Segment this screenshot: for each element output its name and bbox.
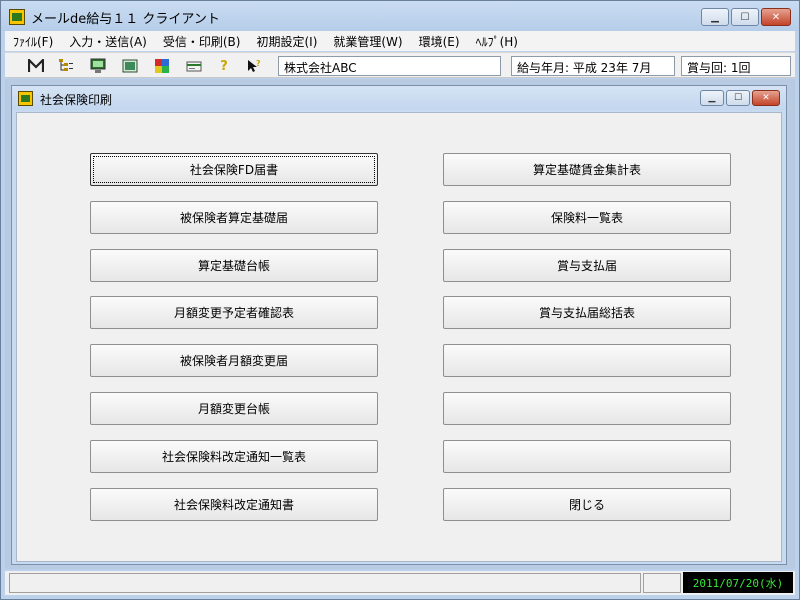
bonus-count-field: 賞与回: 1回: [681, 56, 791, 76]
window-controls: ▁ ☐ ✕: [701, 8, 791, 26]
status-bar: 2011/07/20(水): [5, 571, 795, 595]
santei-chingin-shukei-button[interactable]: 算定基礎賃金集計表: [443, 153, 731, 186]
close-button[interactable]: ✕: [761, 8, 791, 26]
blank-button-1[interactable]: [443, 344, 731, 377]
menu-work-management[interactable]: 就業管理(W): [325, 33, 410, 50]
close-icon: ✕: [771, 11, 781, 23]
tree-icon[interactable]: [57, 57, 75, 75]
blank-button-3[interactable]: [443, 440, 731, 473]
menu-help[interactable]: ﾍﾙﾌﾟ(H): [468, 33, 526, 50]
window-title: メールde給与１１ クライアント: [31, 12, 220, 27]
status-panel-aux: [643, 573, 681, 593]
report-button-panel: 社会保険FD届書 被保険者算定基礎届 算定基礎台帳 月額変更予定者確認表 被保険…: [16, 112, 782, 562]
kaitei-tsuchisho-button[interactable]: 社会保険料改定通知書: [90, 488, 378, 521]
menu-initial-settings[interactable]: 初期設定(I): [248, 33, 325, 50]
blank-button-2[interactable]: [443, 392, 731, 425]
toolbar: ? ? 株式会社ABC 給与年月: 平成 23年 7月 賞与回: 1回: [5, 52, 795, 78]
child-window-title: 社会保険印刷: [40, 93, 113, 107]
help-icon[interactable]: ?: [215, 57, 233, 75]
close-icon: ✕: [762, 93, 770, 103]
getsugaku-henko-todoke-button[interactable]: 被保険者月額変更届: [90, 344, 378, 377]
pay-period-field: 給与年月: 平成 23年 7月: [511, 56, 675, 76]
status-panel-main: [9, 573, 641, 593]
cursor-help-icon[interactable]: ?: [245, 57, 263, 75]
minimize-icon: ▁: [711, 11, 719, 23]
app-icon: [18, 91, 33, 106]
getsugaku-henko-daicho-button[interactable]: 月額変更台帳: [90, 392, 378, 425]
status-date: 2011/07/20(水): [683, 572, 793, 593]
social-insurance-print-window: 社会保険印刷 ▁ ☐ ✕ 社会保険FD届書 被保険者算定基礎届 算定基礎台帳 月…: [11, 85, 787, 565]
getsugaku-yotei-button[interactable]: 月額変更予定者確認表: [90, 296, 378, 329]
title-bar[interactable]: メールde給与１１ クライアント ▁ ☐ ✕: [1, 1, 799, 31]
maximize-button[interactable]: ☐: [731, 8, 759, 26]
card-icon[interactable]: [185, 57, 203, 75]
child-minimize-button[interactable]: ▁: [700, 90, 724, 106]
sha-fd-todokesho-button[interactable]: 社会保険FD届書: [90, 153, 378, 186]
window-icon[interactable]: [121, 57, 139, 75]
santei-kiso-daicho-button[interactable]: 算定基礎台帳: [90, 249, 378, 282]
company-field: 株式会社ABC: [278, 56, 501, 76]
santei-kiso-todoke-button[interactable]: 被保険者算定基礎届: [90, 201, 378, 234]
maximize-icon: ☐: [733, 93, 743, 103]
mdi-area: 社会保険印刷 ▁ ☐ ✕ 社会保険FD届書 被保険者算定基礎届 算定基礎台帳 月…: [5, 79, 795, 569]
maximize-icon: ☐: [740, 11, 750, 23]
monitor-icon[interactable]: [89, 57, 107, 75]
main-window: メールde給与１１ クライアント ▁ ☐ ✕ ﾌｧｲﾙ(F) 入力・送信(A) …: [0, 0, 800, 600]
menu-environment[interactable]: 環境(E): [411, 33, 468, 50]
kaitei-tsuchi-ichiran-button[interactable]: 社会保険料改定通知一覧表: [90, 440, 378, 473]
menu-file[interactable]: ﾌｧｲﾙ(F): [5, 33, 61, 50]
child-maximize-button[interactable]: ☐: [726, 90, 750, 106]
hokenryo-ichiran-button[interactable]: 保険料一覧表: [443, 201, 731, 234]
child-window-controls: ▁ ☐ ✕: [700, 90, 780, 106]
minimize-icon: ▁: [708, 93, 716, 103]
child-close-button[interactable]: ✕: [752, 90, 780, 106]
minimize-button[interactable]: ▁: [701, 8, 729, 26]
shoyo-sokatsu-button[interactable]: 賞与支払届総括表: [443, 296, 731, 329]
mail-icon[interactable]: [27, 57, 45, 75]
child-title-bar[interactable]: 社会保険印刷 ▁ ☐ ✕: [12, 86, 786, 110]
menu-receive-print[interactable]: 受信・印刷(B): [155, 33, 249, 50]
menu-bar: ﾌｧｲﾙ(F) 入力・送信(A) 受信・印刷(B) 初期設定(I) 就業管理(W…: [5, 31, 795, 51]
grid-icon[interactable]: [153, 57, 171, 75]
shoyo-shiharai-todoke-button[interactable]: 賞与支払届: [443, 249, 731, 282]
app-icon: [9, 9, 25, 25]
close-window-button[interactable]: 閉じる: [443, 488, 731, 521]
menu-input-send[interactable]: 入力・送信(A): [61, 33, 155, 50]
svg-text:?: ?: [256, 59, 261, 68]
